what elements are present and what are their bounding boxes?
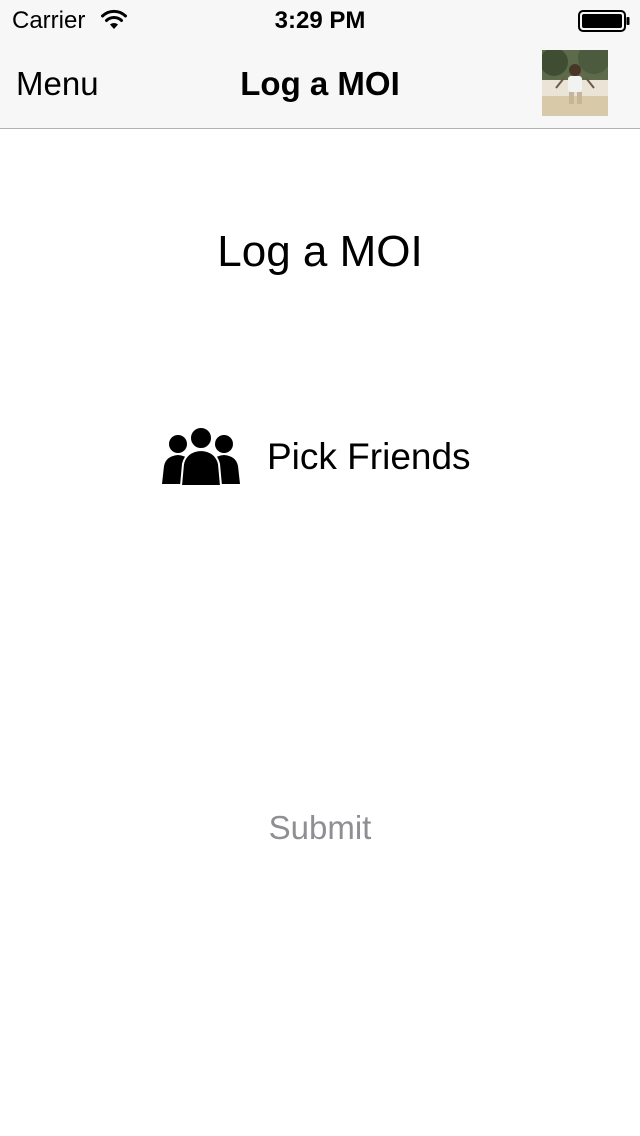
- battery-icon: [578, 10, 630, 32]
- submit-button[interactable]: Submit: [0, 808, 640, 848]
- screen: Carrier 3:29 PM Menu Log a MOI Log a MOI…: [0, 0, 640, 1136]
- status-time: 3:29 PM: [274, 7, 366, 34]
- pick-friends-label: Pick Friends: [267, 436, 471, 477]
- page-title: Log a MOI: [217, 227, 423, 276]
- profile-photo-icon: [542, 50, 608, 116]
- avatar[interactable]: [542, 50, 608, 116]
- status-bar: Carrier 3:29 PM: [0, 0, 640, 40]
- group-icon: [162, 426, 240, 486]
- navigation-bar: Menu Log a MOI: [0, 40, 640, 129]
- pick-friends-button[interactable]: Pick Friends: [160, 420, 490, 492]
